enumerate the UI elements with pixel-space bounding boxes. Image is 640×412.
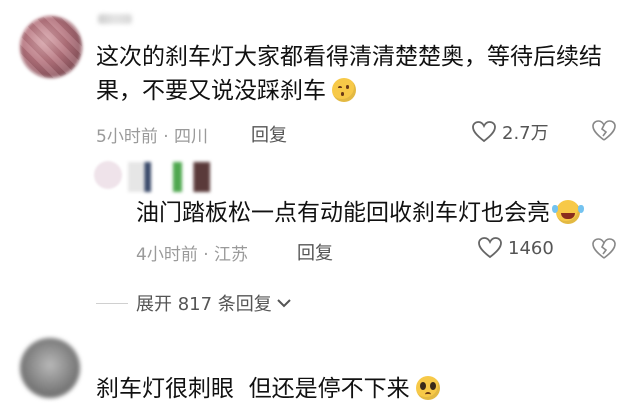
reply-text: 油门踏板松一点有动能回收刹车灯也会亮 [136,196,580,230]
broken-heart-icon [592,120,616,141]
like-button[interactable]: 1460 [478,237,554,259]
pleading-face-emoji-icon [415,376,440,400]
expand-replies-label: 展开 817 条回复 [136,294,272,315]
reply-username-blurred[interactable] [128,162,210,192]
chevron-down-icon [277,299,291,308]
like-button[interactable]: 2.7万 [472,119,549,145]
avatar-mask [20,16,82,78]
timestamp: 4小时前 [136,245,198,265]
meta-separator: · [203,245,209,265]
like-count: 1460 [508,237,554,259]
reply-avatar[interactable] [94,161,122,189]
dislike-button[interactable] [592,120,616,146]
username-blurred[interactable] [98,14,132,24]
heart-icon [478,237,502,259]
meta-separator: · [163,127,169,147]
location: 江苏 [214,245,249,265]
comment-text: 这次的刹车灯大家都看得清清楚楚奥，等待后续结 果，不要又说没踩刹车 [96,40,626,108]
expand-replies[interactable]: 展开 817 条回复 [96,290,292,316]
reply-button[interactable]: 回复 [251,121,287,147]
reply-meta: 4小时前 · 江苏 [136,240,248,265]
expand-divider [96,302,128,304]
wink-smile-emoji-icon [332,78,356,102]
heart-icon [472,121,496,143]
avatar[interactable] [20,338,80,398]
laugh-tears-emoji-icon [552,200,580,224]
broken-heart-icon [592,238,616,259]
comment-text-line: 这次的刹车灯大家都看得清清楚楚奥，等待后续结 [96,44,602,70]
timestamp: 5小时前 [96,127,158,147]
dislike-button[interactable] [592,238,616,264]
comment-meta: 5小时前 · 四川 [96,122,208,147]
comment-text: 刹车灯很刺眼 但还是停不下来 [96,372,440,406]
like-count: 2.7万 [502,123,549,144]
reply-button[interactable]: 回复 [297,239,333,265]
comment-text-line: 果，不要又说没踩刹车 [96,74,626,108]
location: 四川 [174,127,209,147]
